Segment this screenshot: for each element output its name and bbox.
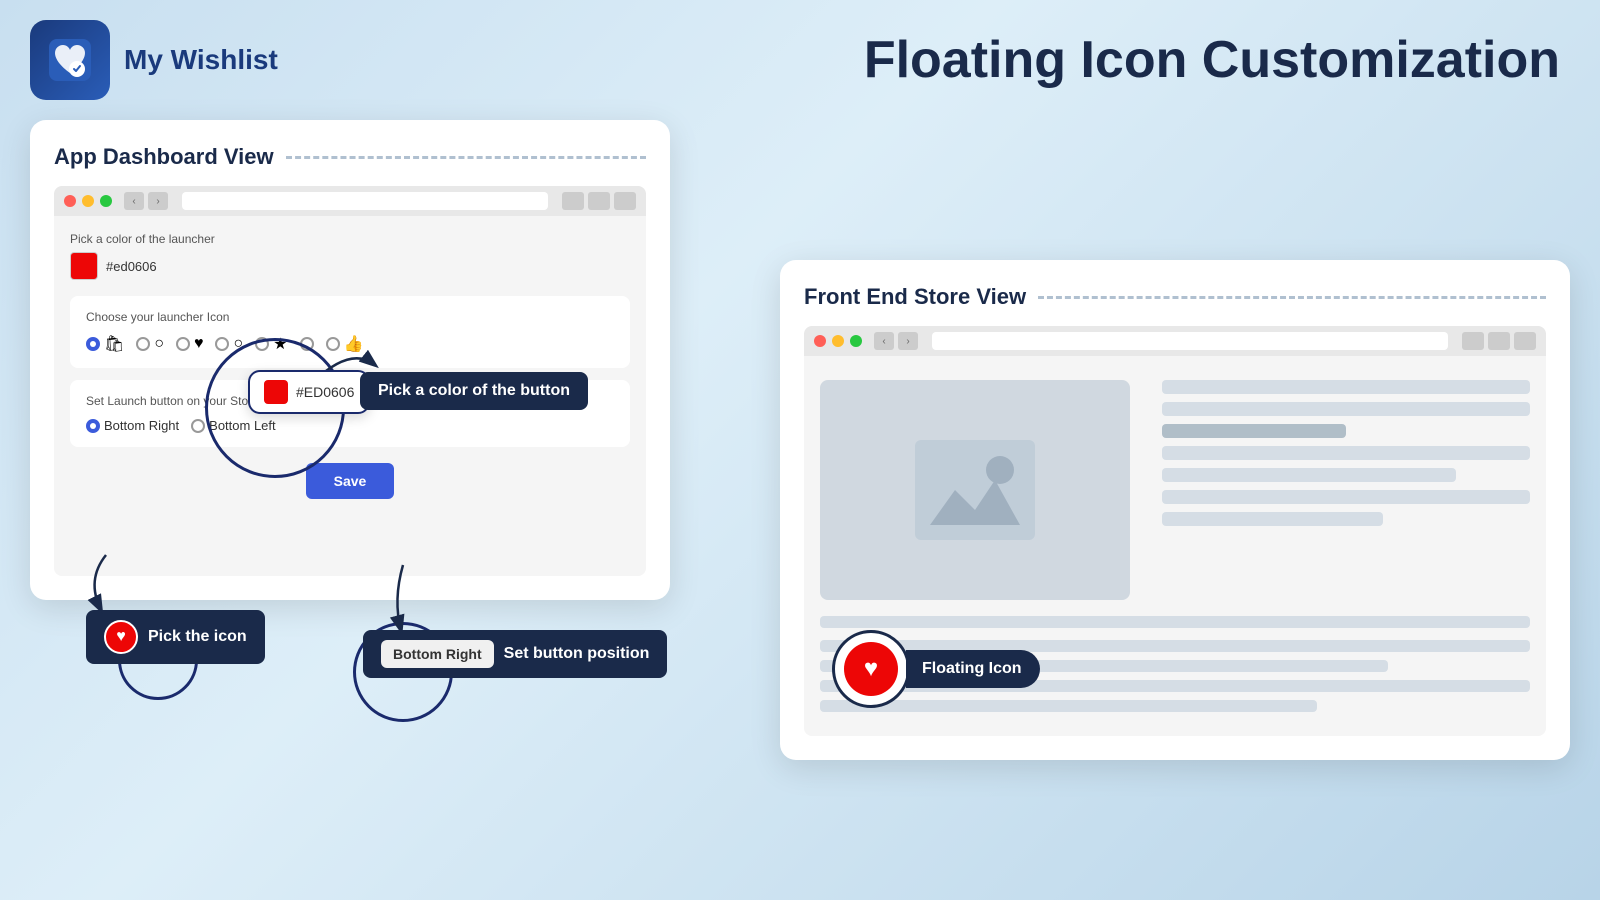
fe-action-1: [1462, 332, 1484, 350]
app-logo: [30, 20, 110, 100]
fe-forward-button[interactable]: ›: [898, 332, 918, 350]
pick-icon-callout: ♥ Pick the icon: [86, 610, 265, 664]
separator-line: [820, 616, 1530, 628]
product-image-svg: [915, 440, 1035, 540]
pick-icon-callout-icon: ♥: [104, 620, 138, 654]
radio-bottom-right[interactable]: [86, 419, 100, 433]
browser-actions: [562, 192, 636, 210]
color-hex-bubble: #ED0606: [296, 384, 354, 400]
frontend-dashed-line: [1038, 296, 1546, 299]
radio-bag[interactable]: [86, 337, 100, 351]
header: My Wishlist Floating Icon Customization: [0, 0, 1600, 110]
frontend-panel: Front End Store View ‹ ›: [780, 260, 1570, 760]
floating-icon-text: Floating Icon: [922, 660, 1022, 678]
radio-circle2[interactable]: [215, 337, 229, 351]
app-title: My Wishlist: [124, 44, 278, 76]
radio-bottom-left[interactable]: [191, 419, 205, 433]
browser-close-dot: [64, 195, 76, 207]
title-dashed-line: [286, 156, 646, 159]
position-arrow: [373, 560, 433, 640]
icon-option-bag[interactable]: 🛍: [86, 334, 124, 354]
fe-floating-label: Floating Icon: [906, 650, 1040, 688]
color-callout-label: Pick a color of the button: [378, 382, 570, 400]
save-button[interactable]: Save: [306, 463, 395, 499]
pick-icon-label: Pick the icon: [148, 628, 247, 646]
fe-browser-bar: ‹ ›: [804, 326, 1546, 356]
browser-nav: ‹ ›: [124, 192, 168, 210]
product-line-7: [1162, 512, 1383, 526]
fe-icon-circle: ♥: [832, 630, 910, 708]
color-section: Pick a color of the launcher #ed0606: [70, 232, 630, 280]
color-input-row: #ed0606: [70, 252, 630, 280]
fe-maximize-dot: [850, 335, 862, 347]
radio-circle[interactable]: [136, 337, 150, 351]
browser-forward-button[interactable]: ›: [148, 192, 168, 210]
fe-floating-icon: ♥ Floating Icon: [832, 630, 1040, 708]
icon-section-label: Choose your launcher Icon: [86, 310, 614, 324]
color-right-callout: Pick a color of the button: [360, 372, 588, 410]
fe-back-button[interactable]: ‹: [874, 332, 894, 350]
bag-icon: 🛍: [104, 334, 124, 354]
browser-back-button[interactable]: ‹: [124, 192, 144, 210]
fe-product-row: [820, 380, 1530, 600]
color-label: Pick a color of the launcher: [70, 232, 630, 246]
color-swatch-bubble: [264, 380, 288, 404]
browser-action-2: [588, 192, 610, 210]
fe-heart-icon: ♥: [864, 655, 878, 683]
frontend-title: Front End Store View: [804, 284, 1546, 310]
color-swatch[interactable]: [70, 252, 98, 280]
browser-minimize-dot: [82, 195, 94, 207]
position-row: Bottom Right Bottom Left: [86, 418, 614, 433]
radio-heart[interactable]: [176, 337, 190, 351]
product-info: [1146, 380, 1530, 600]
product-line-6: [1162, 490, 1530, 504]
fe-nav: ‹ ›: [874, 332, 918, 350]
fe-browser-content: ♥ Floating Icon: [804, 356, 1546, 736]
position-callout-label: Set button position: [504, 645, 650, 663]
color-dark-callout: Pick a color of the button: [360, 372, 588, 410]
product-line-2: [1162, 402, 1530, 416]
icon-option-heart[interactable]: ♥: [176, 335, 204, 353]
color-hex: #ed0606: [106, 259, 157, 274]
product-line-4: [1162, 446, 1530, 460]
position-value-badge: Bottom Right: [381, 640, 494, 668]
main-content: App Dashboard View ‹ › Pick a color of t…: [0, 110, 1600, 890]
icon-arrow: [76, 550, 136, 620]
product-line-3: [1162, 424, 1346, 438]
bottom-right-label: Bottom Right: [104, 418, 179, 433]
browser-action-1: [562, 192, 584, 210]
fe-action-2: [1488, 332, 1510, 350]
set-position-callout: Bottom Right Set button position: [363, 630, 667, 678]
logo-area: My Wishlist: [30, 20, 278, 100]
page-title: Floating Icon Customization: [864, 30, 1560, 90]
icon-option-circle[interactable]: ○: [136, 335, 164, 353]
fe-close-dot: [814, 335, 826, 347]
product-line-5: [1162, 468, 1456, 482]
product-line-1: [1162, 380, 1530, 394]
circle-icon: ○: [154, 335, 164, 353]
dashboard-title: App Dashboard View: [54, 144, 646, 170]
position-bottom-right[interactable]: Bottom Right: [86, 418, 179, 433]
fe-browser-actions: [1462, 332, 1536, 350]
heart-callout-icon: ♥: [116, 628, 126, 646]
fe-action-3: [1514, 332, 1536, 350]
browser-bar: ‹ ›: [54, 186, 646, 216]
browser-action-3: [614, 192, 636, 210]
browser-maximize-dot: [100, 195, 112, 207]
browser-url-bar: [182, 192, 548, 210]
fe-icon-inner: ♥: [844, 642, 898, 696]
color-annotation-bubble: #ED0606: [248, 370, 370, 414]
fe-url-bar: [932, 332, 1448, 350]
product-image: [820, 380, 1130, 600]
dashboard-panel: App Dashboard View ‹ › Pick a color of t…: [30, 120, 670, 600]
fe-minimize-dot: [832, 335, 844, 347]
heart-icon: ♥: [194, 335, 204, 353]
